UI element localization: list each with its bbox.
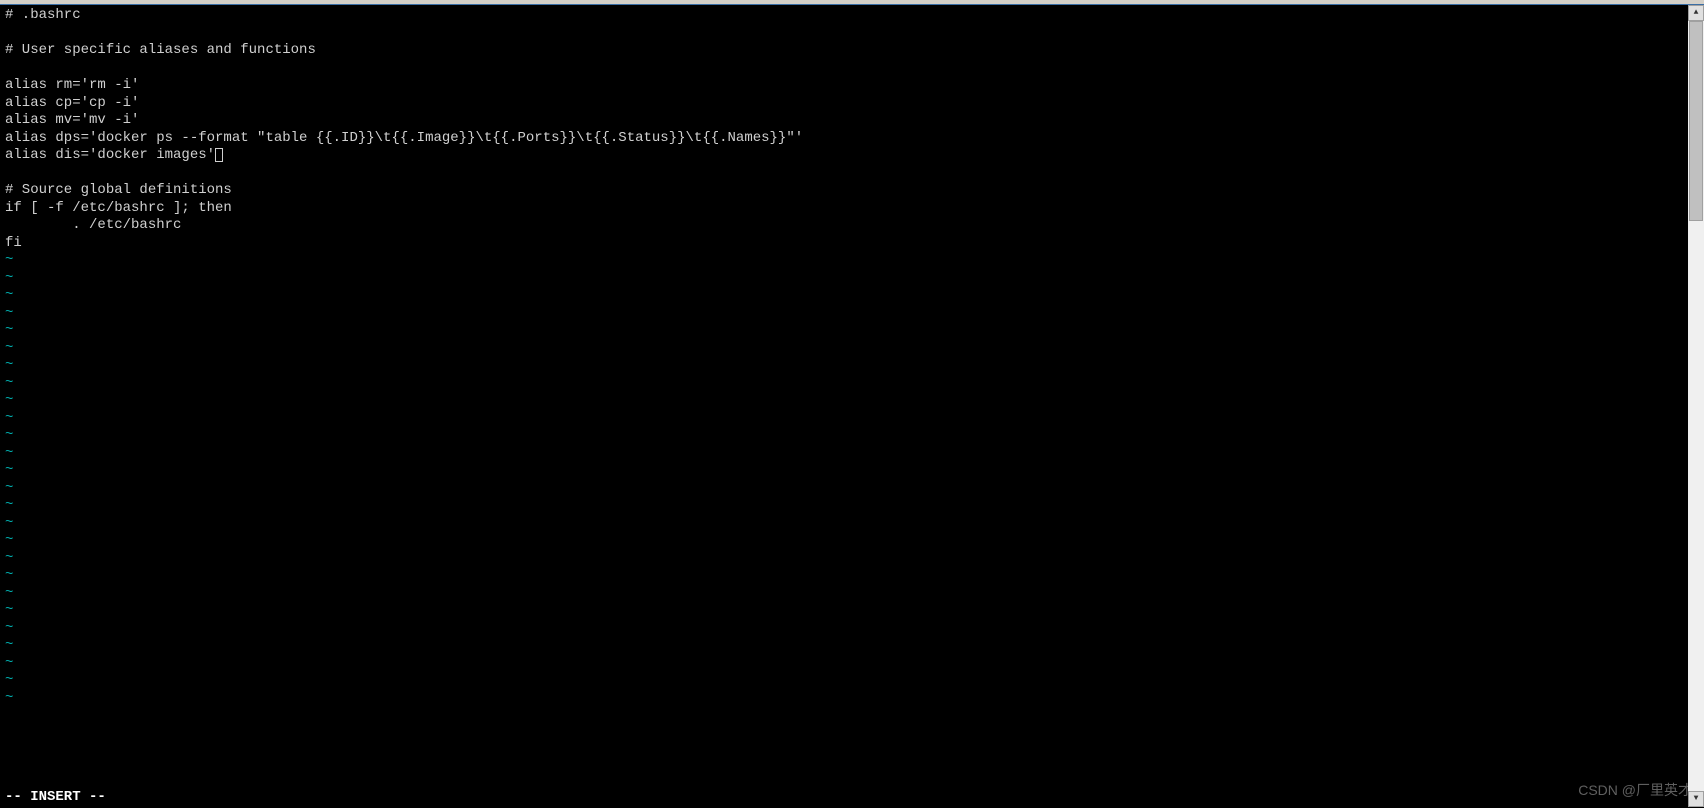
empty-line-tilde: ~ xyxy=(5,620,1699,638)
vertical-scrollbar[interactable]: ▲ ▼ xyxy=(1688,5,1704,807)
file-line: . /etc/bashrc xyxy=(5,217,1699,235)
text-cursor xyxy=(215,148,223,162)
empty-line-tilde: ~ xyxy=(5,252,1699,270)
scrollbar-down-arrow-icon[interactable]: ▼ xyxy=(1688,791,1704,807)
editor-content[interactable]: # .bashrc # User specific aliases and fun… xyxy=(0,5,1704,709)
empty-line-tilde: ~ xyxy=(5,690,1699,708)
file-line: alias cp='cp -i' xyxy=(5,95,1699,113)
file-line: alias rm='rm -i' xyxy=(5,77,1699,95)
file-line: # User specific aliases and functions xyxy=(5,42,1699,60)
empty-line-tilde: ~ xyxy=(5,357,1699,375)
empty-line-tilde: ~ xyxy=(5,550,1699,568)
empty-line-tilde: ~ xyxy=(5,532,1699,550)
file-line: alias dps='docker ps --format "table {{.… xyxy=(5,130,1699,148)
file-line: fi xyxy=(5,235,1699,253)
vim-status-mode: -- INSERT -- xyxy=(5,789,106,807)
empty-line-tilde: ~ xyxy=(5,515,1699,533)
empty-line-tilde: ~ xyxy=(5,322,1699,340)
file-line: alias dis='docker images' xyxy=(5,147,1699,165)
file-line: if [ -f /etc/bashrc ]; then xyxy=(5,200,1699,218)
file-line xyxy=(5,165,1699,183)
empty-line-tilde: ~ xyxy=(5,497,1699,515)
empty-line-tilde: ~ xyxy=(5,392,1699,410)
file-line xyxy=(5,60,1699,78)
file-line xyxy=(5,25,1699,43)
empty-line-tilde: ~ xyxy=(5,375,1699,393)
empty-line-tilde: ~ xyxy=(5,305,1699,323)
empty-line-tilde: ~ xyxy=(5,410,1699,428)
file-line: alias mv='mv -i' xyxy=(5,112,1699,130)
file-line: # .bashrc xyxy=(5,7,1699,25)
empty-line-tilde: ~ xyxy=(5,287,1699,305)
empty-line-tilde: ~ xyxy=(5,602,1699,620)
scrollbar-up-arrow-icon[interactable]: ▲ xyxy=(1688,5,1704,21)
empty-line-tilde: ~ xyxy=(5,340,1699,358)
file-line: # Source global definitions xyxy=(5,182,1699,200)
empty-line-tilde: ~ xyxy=(5,445,1699,463)
empty-line-tilde: ~ xyxy=(5,585,1699,603)
empty-line-tilde: ~ xyxy=(5,462,1699,480)
empty-line-tilde: ~ xyxy=(5,567,1699,585)
empty-line-tilde: ~ xyxy=(5,270,1699,288)
empty-line-tilde: ~ xyxy=(5,480,1699,498)
empty-line-tilde: ~ xyxy=(5,655,1699,673)
csdn-watermark: CSDN @厂里英才 xyxy=(1578,782,1692,800)
empty-line-tilde: ~ xyxy=(5,672,1699,690)
scrollbar-thumb[interactable] xyxy=(1689,21,1703,221)
empty-line-tilde: ~ xyxy=(5,427,1699,445)
empty-line-tilde: ~ xyxy=(5,637,1699,655)
